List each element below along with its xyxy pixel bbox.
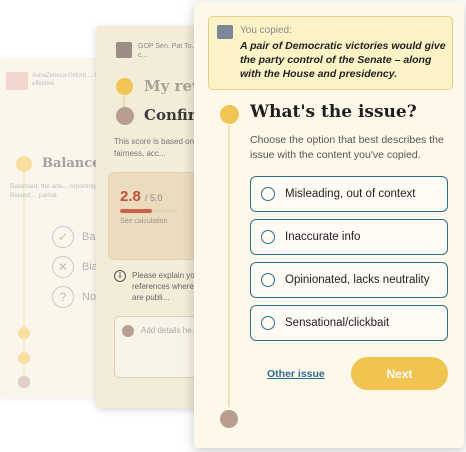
step-dot: [220, 105, 239, 124]
source-thumbnail: [217, 25, 233, 39]
copied-content-box: You copied: A pair of Democratic victori…: [208, 16, 453, 90]
copied-quote: A pair of Democratic victories would giv…: [240, 40, 446, 80]
balance-option-not-sure[interactable]: ? Not: [52, 286, 99, 308]
option-label: Inaccurate info: [285, 231, 361, 243]
other-issue-link[interactable]: Other issue: [267, 368, 325, 380]
score-bar-fill: [120, 209, 153, 213]
step-description: Choose the option that best describes th…: [250, 134, 444, 161]
radio-button[interactable]: [261, 273, 275, 287]
timeline-line: [23, 172, 25, 377]
timeline-line: [228, 125, 230, 407]
option-inaccurate[interactable]: Inaccurate info: [250, 219, 448, 255]
avatar: [18, 376, 30, 388]
option-label: Misleading, out of context: [285, 188, 416, 200]
option-label: Sensational/clickbait: [285, 317, 390, 329]
issue-card: You copied: A pair of Democratic victori…: [194, 2, 464, 448]
source-thumbnail: [116, 42, 132, 58]
option-label: Opinionated, lacks neutrality: [285, 274, 430, 286]
radio-button[interactable]: [261, 230, 275, 244]
next-button[interactable]: Next: [351, 357, 448, 390]
step-dot: [18, 327, 30, 339]
radio-button[interactable]: [261, 316, 275, 330]
see-calculation-link[interactable]: See calculation: [120, 218, 167, 225]
score-value: 2.8 / 5.0: [120, 188, 163, 205]
info-icon: i: [114, 270, 126, 282]
check-circle-icon: ✓: [52, 226, 74, 248]
copied-label: You copied:: [240, 25, 292, 36]
step-dot: [18, 352, 30, 364]
question-circle-icon: ?: [52, 286, 74, 308]
avatar: [122, 325, 134, 337]
option-misleading[interactable]: Misleading, out of context: [250, 176, 448, 212]
avatar: [220, 410, 238, 428]
step-dot: [16, 156, 32, 172]
source-thumbnail: [6, 72, 28, 90]
x-circle-icon: ✕: [52, 256, 74, 278]
page-title: What's the issue?: [250, 102, 417, 122]
avatar: [116, 107, 134, 125]
option-opinionated[interactable]: Opinionated, lacks neutrality: [250, 262, 448, 298]
score-bar: [120, 209, 178, 213]
radio-button[interactable]: [261, 187, 275, 201]
balance-option-balanced[interactable]: ✓ Bal: [52, 226, 98, 248]
details-placeholder: Add details he...: [141, 326, 199, 335]
option-sensational[interactable]: Sensational/clickbait: [250, 305, 448, 341]
step-dot: [116, 78, 133, 95]
